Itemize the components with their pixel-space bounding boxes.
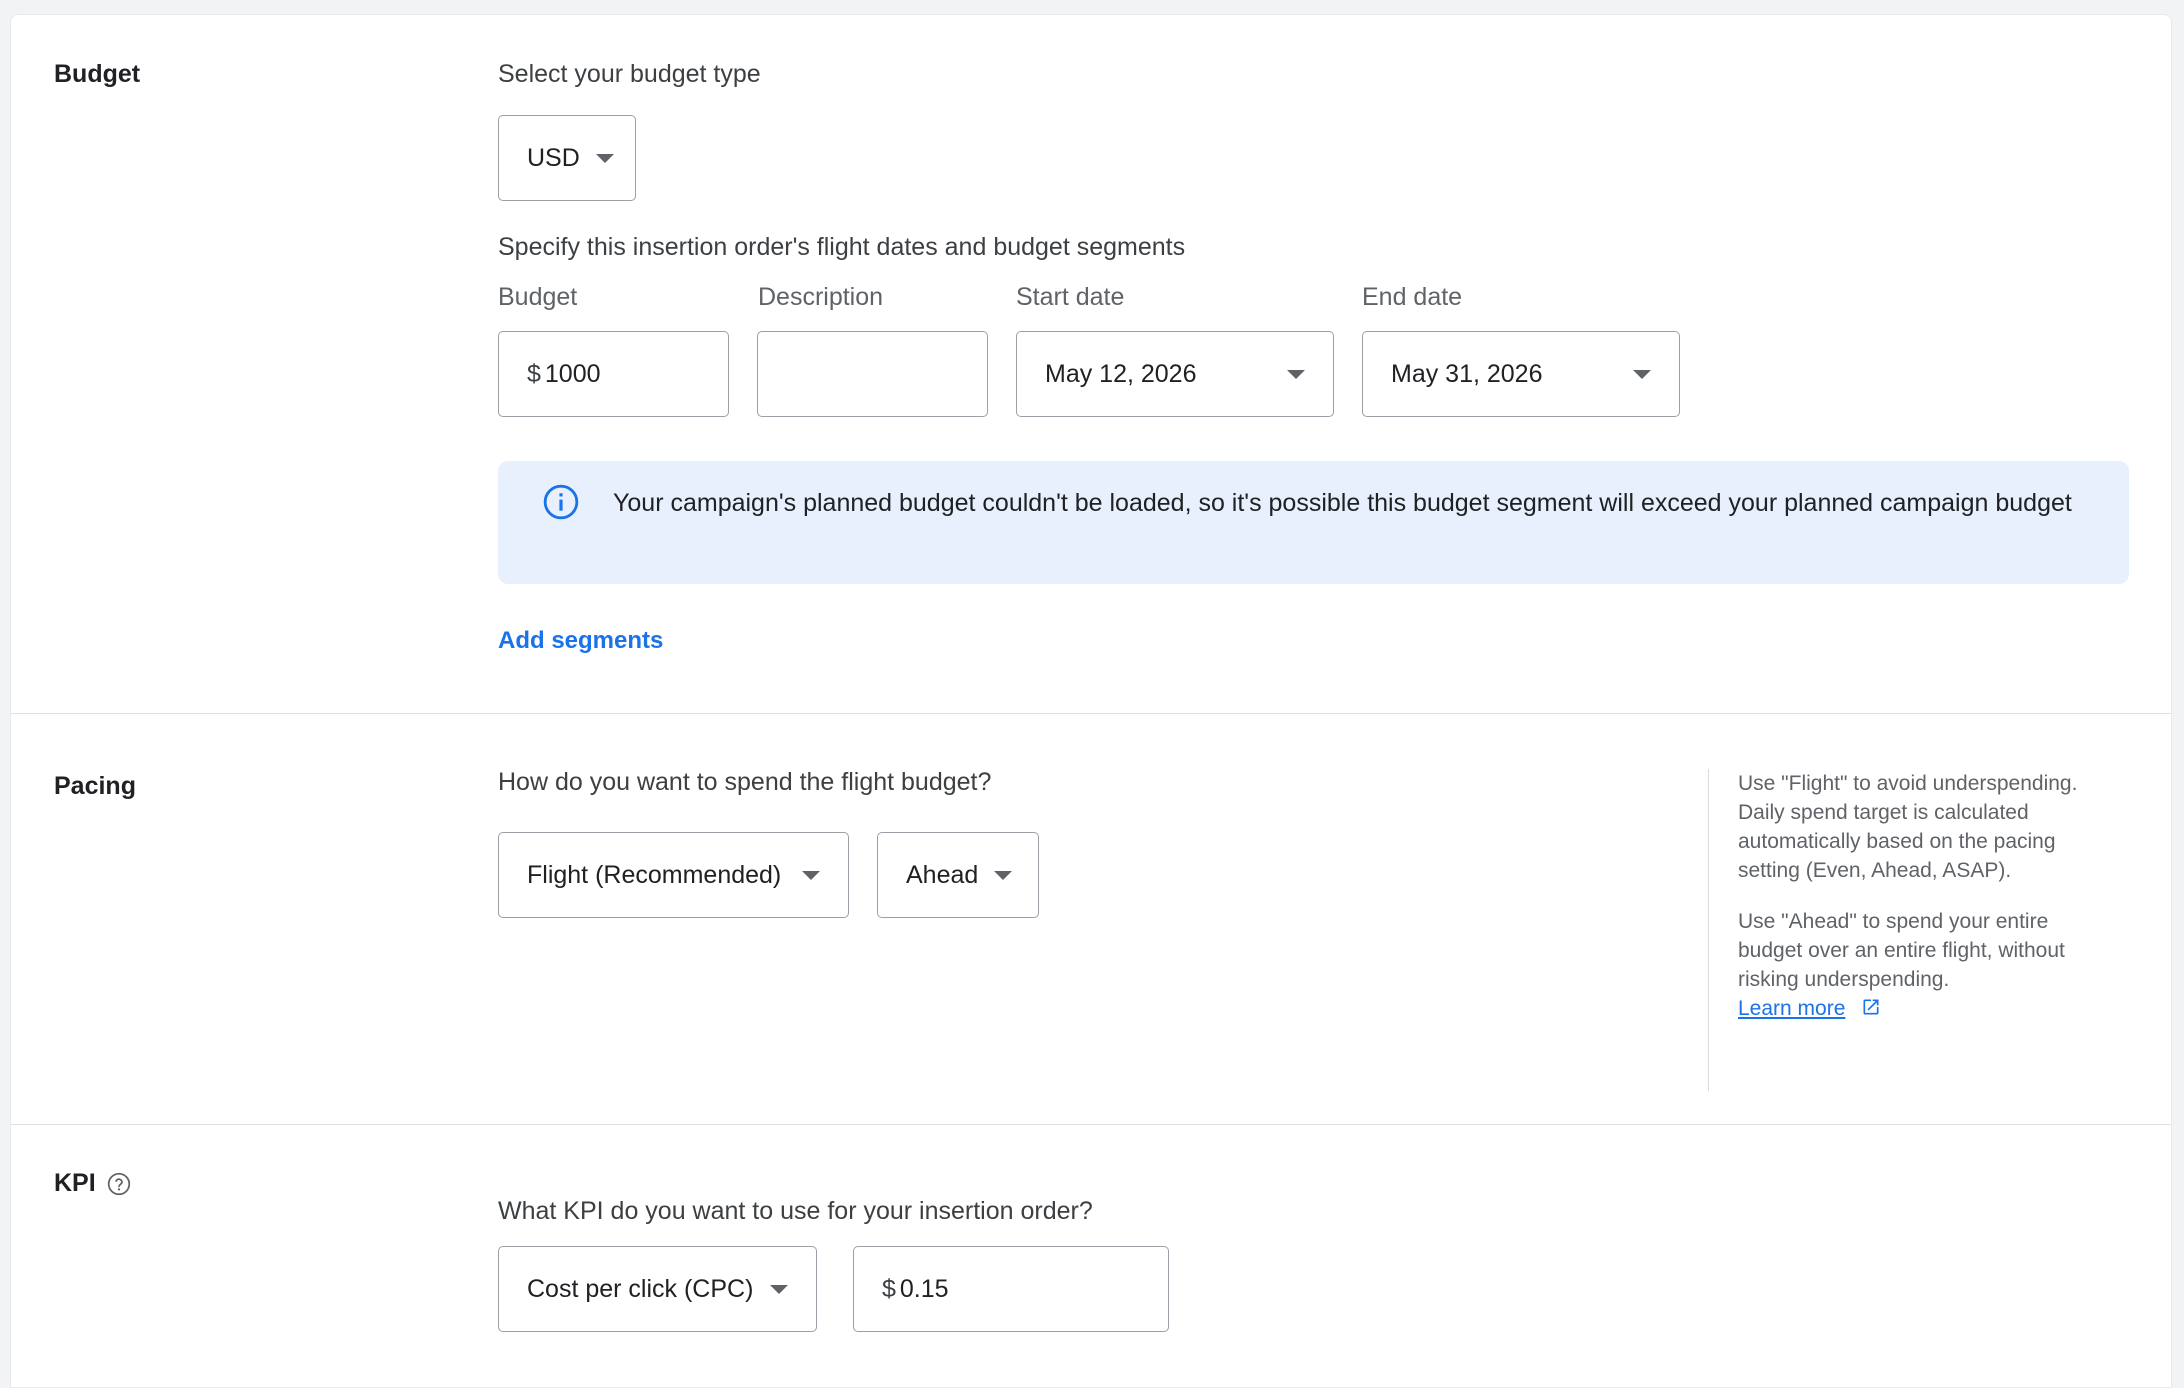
pacing-rate-value: Ahead bbox=[906, 860, 979, 889]
kpi-prompt: What KPI do you want to use for your ins… bbox=[498, 1197, 1093, 1225]
kpi-value-input[interactable]: $ 0.15 bbox=[853, 1246, 1169, 1332]
kpi-title-text: KPI bbox=[54, 1169, 96, 1197]
pacing-title-text: Pacing bbox=[54, 772, 136, 800]
pacing-period-value: Flight (Recommended) bbox=[527, 860, 782, 889]
info-message: Your campaign's planned budget couldn't … bbox=[613, 489, 2072, 517]
info-icon bbox=[543, 484, 579, 520]
currency-select[interactable]: USD bbox=[498, 115, 636, 201]
end-date-value: May 31, 2026 bbox=[1391, 359, 1543, 388]
budget-type-prompt: Select your budget type bbox=[498, 60, 761, 88]
budget-amount-value: 1000 bbox=[544, 359, 601, 388]
currency-symbol: $ bbox=[527, 359, 541, 388]
kpi-type-select[interactable]: Cost per click (CPC) bbox=[498, 1246, 817, 1332]
start-date-value: May 12, 2026 bbox=[1045, 359, 1197, 388]
currency-select-value: USD bbox=[527, 143, 580, 172]
budget-amount-input[interactable]: $ 1000 bbox=[498, 331, 729, 417]
kpi-section-title: KPI bbox=[54, 1169, 132, 1198]
start-date-label: Start date bbox=[1016, 283, 1125, 311]
description-input[interactable] bbox=[757, 331, 988, 417]
kpi-value: 0.15 bbox=[899, 1274, 949, 1303]
pacing-help-panel: Use "Flight" to avoid underspending. Dai… bbox=[1708, 769, 2078, 1091]
chevron-down-icon bbox=[770, 1284, 788, 1294]
pacing-prompt: How do you want to spend the flight budg… bbox=[498, 768, 992, 796]
help-icon[interactable] bbox=[106, 1171, 132, 1197]
budget-field-label: Budget bbox=[498, 283, 578, 311]
end-date-picker[interactable]: May 31, 2026 bbox=[1362, 331, 1680, 417]
pacing-rate-select[interactable]: Ahead bbox=[877, 832, 1039, 918]
budget-title-text: Budget bbox=[54, 60, 141, 88]
chevron-down-icon bbox=[802, 870, 820, 880]
open-in-new-icon[interactable] bbox=[1861, 997, 1881, 1017]
pacing-help-flight: Use "Flight" to avoid underspending. Dai… bbox=[1738, 772, 2078, 882]
pacing-period-select[interactable]: Flight (Recommended) bbox=[498, 832, 849, 918]
chevron-down-icon bbox=[595, 153, 614, 163]
pacing-section: Pacing How do you want to spend the flig… bbox=[11, 714, 2171, 1125]
kpi-section: KPI What KPI do you want to use for your… bbox=[11, 1125, 2171, 1387]
budget-info-banner: Your campaign's planned budget couldn't … bbox=[498, 461, 2129, 584]
chevron-down-icon bbox=[994, 870, 1013, 880]
insertion-order-settings-card: Budget Select your budget type USD Speci… bbox=[10, 14, 2172, 1388]
chevron-down-icon bbox=[1633, 369, 1651, 379]
end-date-label: End date bbox=[1362, 283, 1463, 311]
chevron-down-icon bbox=[1287, 369, 1305, 379]
learn-more-link[interactable]: Learn more bbox=[1738, 997, 1845, 1020]
kpi-type-value: Cost per click (CPC) bbox=[527, 1274, 754, 1303]
pacing-help-ahead: Use "Ahead" to spend your entire budget … bbox=[1738, 910, 2065, 991]
description-field-label: Description bbox=[758, 283, 884, 311]
currency-symbol: $ bbox=[882, 1274, 896, 1303]
start-date-picker[interactable]: May 12, 2026 bbox=[1016, 331, 1334, 417]
segments-prompt: Specify this insertion order's flight da… bbox=[498, 233, 1186, 261]
budget-section-title: Budget bbox=[54, 60, 140, 89]
add-segments-link[interactable]: Add segments bbox=[498, 627, 663, 655]
pacing-section-title: Pacing bbox=[54, 772, 136, 801]
budget-section: Budget Select your budget type USD Speci… bbox=[11, 15, 2171, 714]
